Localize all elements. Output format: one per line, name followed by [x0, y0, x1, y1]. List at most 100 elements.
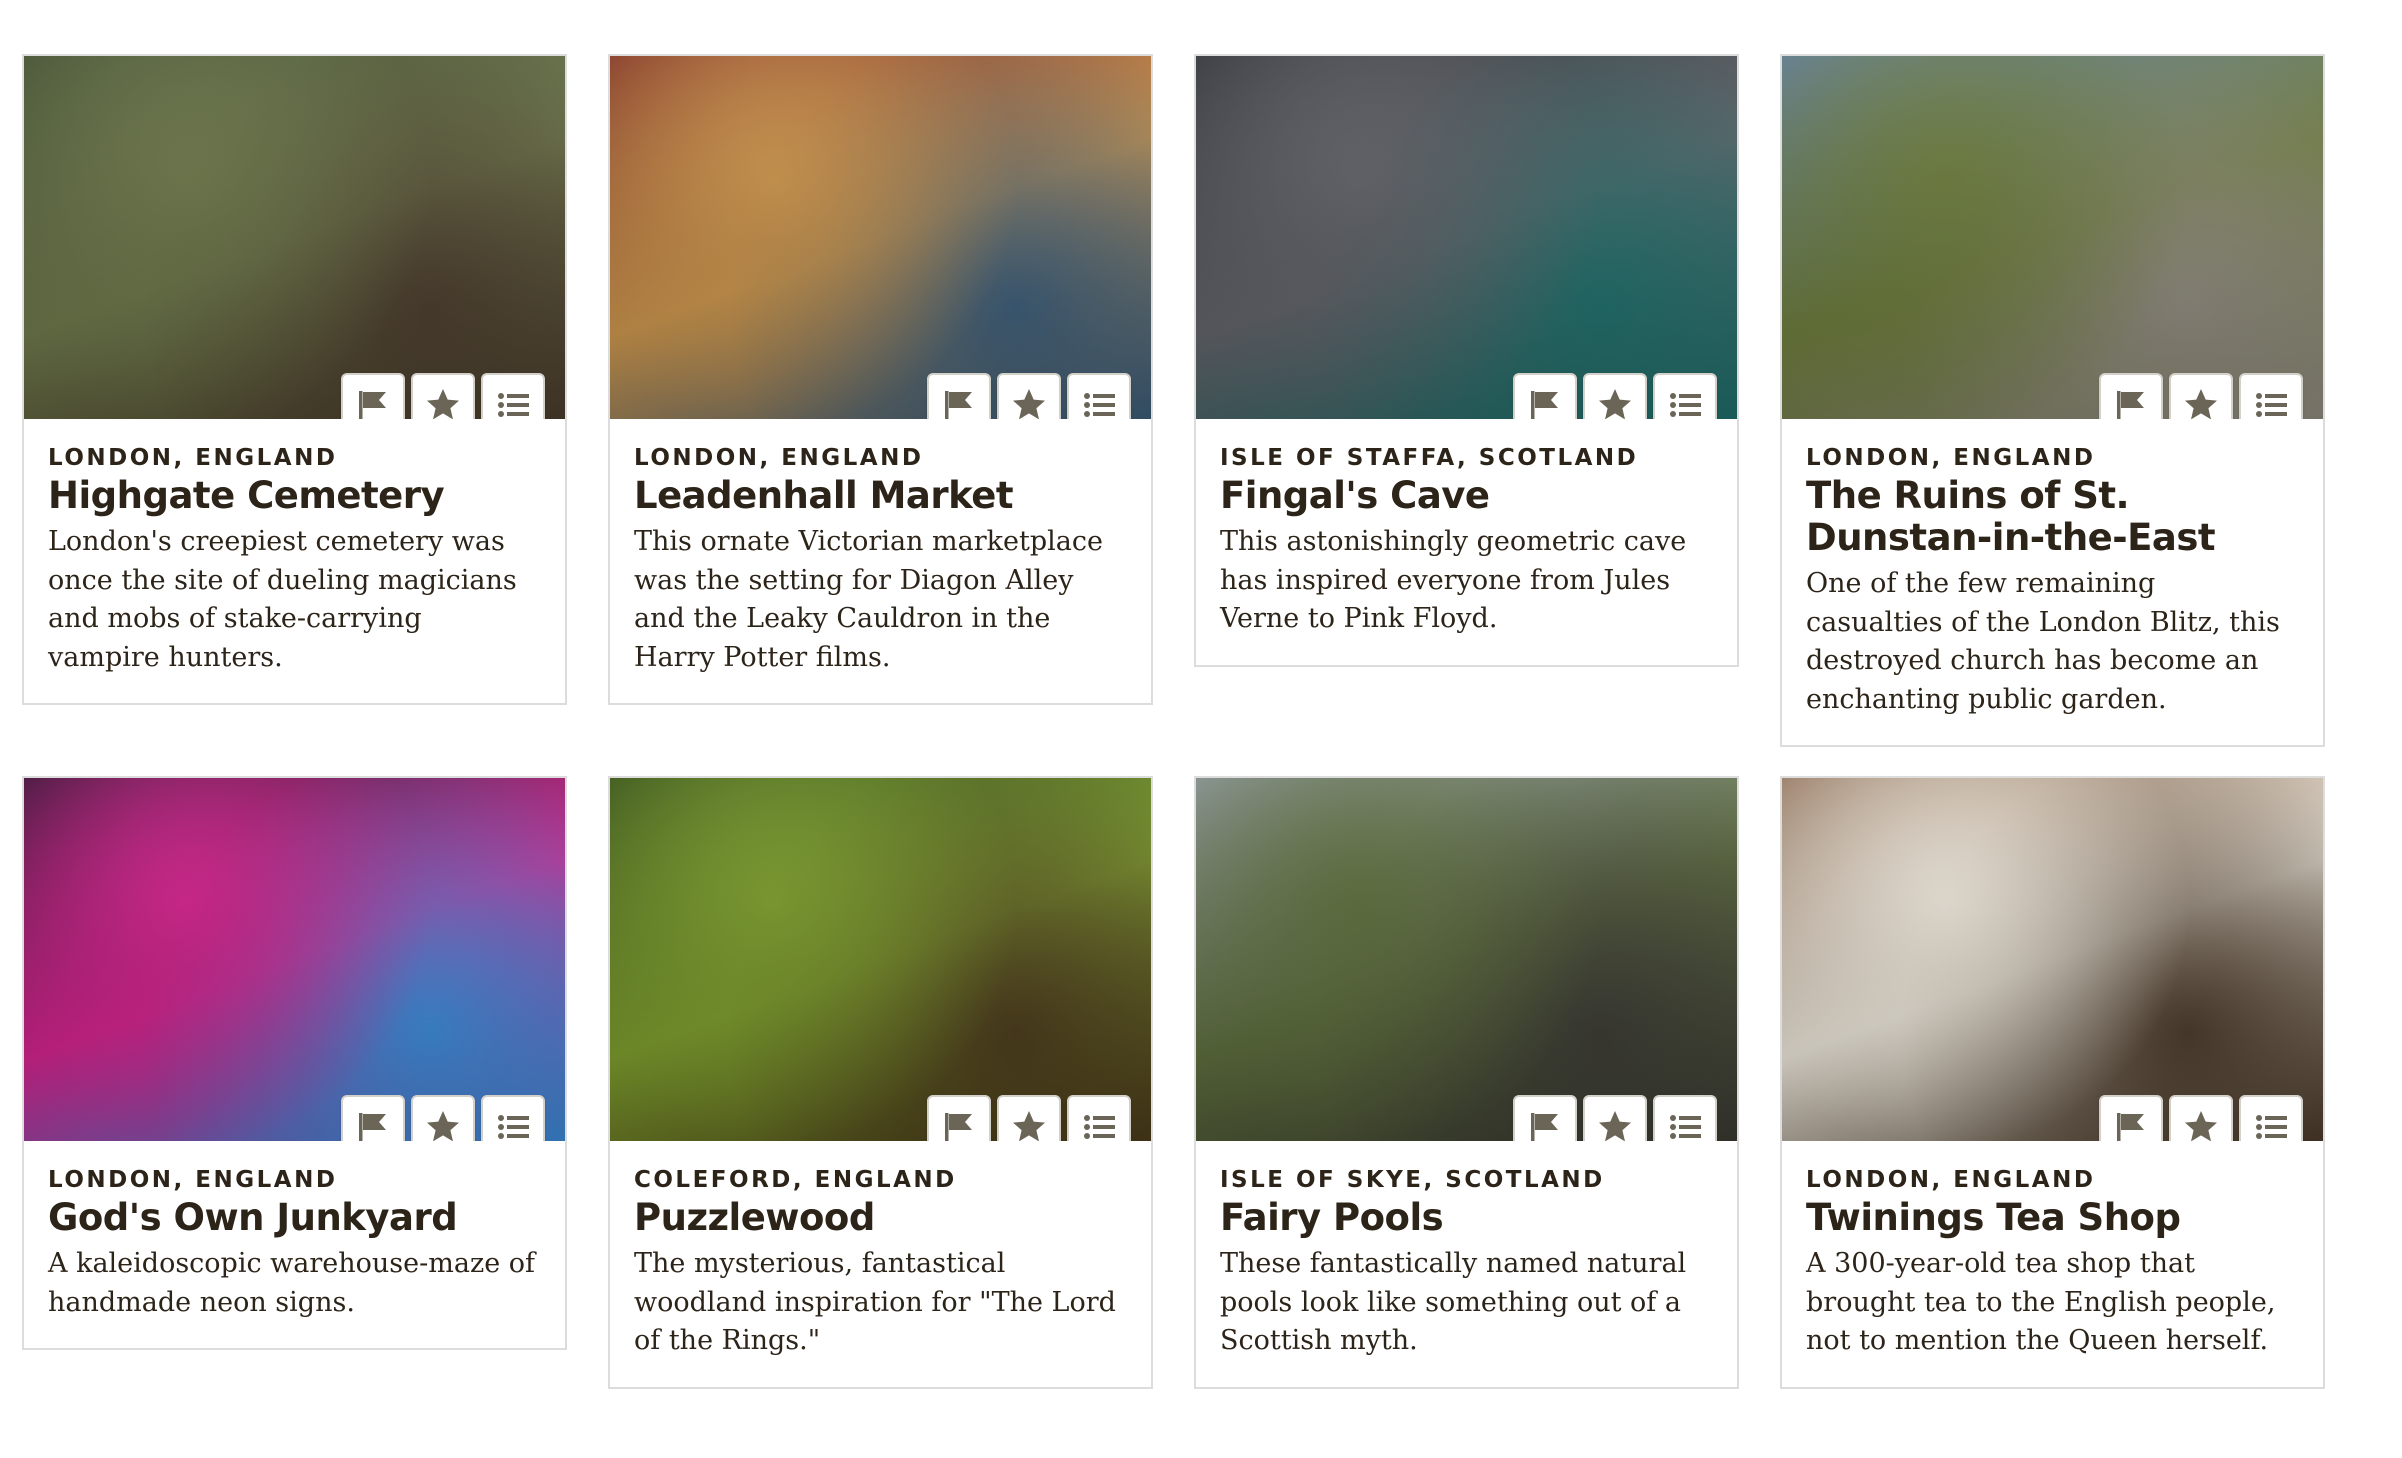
place-description: This astonishingly geometric cave has in… [1220, 526, 1687, 634]
place-photo[interactable] [610, 56, 1151, 419]
star-icon [427, 1111, 459, 1141]
card-actions [927, 1095, 1131, 1141]
been-here-button[interactable] [927, 1095, 991, 1141]
place-photo[interactable] [1782, 778, 2323, 1141]
flag-icon [1531, 1113, 1558, 1141]
place-photo[interactable] [1196, 778, 1737, 1141]
card-body: LONDON, ENGLAND God's Own Junkyard A kal… [24, 1141, 565, 1348]
want-to-visit-button[interactable] [2169, 373, 2233, 419]
list-icon [2256, 393, 2287, 417]
add-to-list-button[interactable] [1067, 373, 1131, 419]
place-title[interactable]: Fairy Pools [1220, 1197, 1713, 1239]
place-photo[interactable] [1782, 56, 2323, 419]
add-to-list-button[interactable] [2239, 373, 2303, 419]
card-actions [2099, 1095, 2303, 1141]
star-icon [1599, 389, 1631, 419]
been-here-button[interactable] [927, 373, 991, 419]
add-to-list-button[interactable] [481, 1095, 545, 1141]
add-to-list-button[interactable] [1653, 1095, 1717, 1141]
been-here-button[interactable] [341, 373, 405, 419]
place-photo[interactable] [610, 778, 1151, 1141]
add-to-list-button[interactable] [481, 373, 545, 419]
want-to-visit-button[interactable] [411, 373, 475, 419]
card-actions [1513, 373, 1717, 419]
place-title[interactable]: God's Own Junkyard [48, 1197, 541, 1239]
place-description: A kaleidoscopic warehouse-maze of handma… [48, 1248, 536, 1318]
card-actions [341, 1095, 545, 1141]
star-icon [1599, 1111, 1631, 1141]
card-body: LONDON, ENGLAND Twinings Tea Shop A 300-… [1782, 1141, 2323, 1387]
add-to-list-button[interactable] [1067, 1095, 1131, 1141]
place-location: LONDON, ENGLAND [48, 445, 338, 471]
place-photo[interactable] [24, 778, 565, 1141]
card-body: ISLE OF STAFFA, SCOTLAND Fingal's Cave T… [1196, 419, 1737, 665]
place-location: COLEFORD, ENGLAND [634, 1167, 957, 1193]
card-actions [341, 373, 545, 419]
want-to-visit-button[interactable] [1583, 1095, 1647, 1141]
flag-icon [945, 1113, 972, 1141]
place-location: ISLE OF STAFFA, SCOTLAND [1220, 445, 1639, 471]
star-icon [1013, 1111, 1045, 1141]
flag-icon [2117, 1113, 2144, 1141]
place-location: ISLE OF SKYE, SCOTLAND [1220, 1167, 1605, 1193]
place-title[interactable]: Leadenhall Market [634, 475, 1127, 517]
place-location: LONDON, ENGLAND [1806, 445, 2096, 471]
place-card[interactable]: LONDON, ENGLAND God's Own Junkyard A kal… [22, 776, 567, 1350]
card-body: ISLE OF SKYE, SCOTLAND Fairy Pools These… [1196, 1141, 1737, 1387]
place-card[interactable]: LONDON, ENGLAND Twinings Tea Shop A 300-… [1780, 776, 2325, 1389]
want-to-visit-button[interactable] [2169, 1095, 2233, 1141]
place-card[interactable]: LONDON, ENGLAND Highgate Cemetery London… [22, 54, 567, 705]
card-actions [2099, 373, 2303, 419]
flag-icon [945, 391, 972, 419]
been-here-button[interactable] [1513, 373, 1577, 419]
place-title[interactable]: Puzzlewood [634, 1197, 1127, 1239]
list-icon [1084, 393, 1115, 417]
place-location: LONDON, ENGLAND [48, 1167, 338, 1193]
place-description: A 300-year-old tea shop that brought tea… [1806, 1248, 2276, 1356]
list-icon [1670, 393, 1701, 417]
place-card[interactable]: COLEFORD, ENGLAND Puzzlewood The mysteri… [608, 776, 1153, 1389]
place-photo[interactable] [1196, 56, 1737, 419]
list-icon [1670, 1115, 1701, 1139]
place-photo[interactable] [24, 56, 565, 419]
flag-icon [2117, 391, 2144, 419]
add-to-list-button[interactable] [1653, 373, 1717, 419]
place-card[interactable]: ISLE OF SKYE, SCOTLAND Fairy Pools These… [1194, 776, 1739, 1389]
place-title[interactable]: Twinings Tea Shop [1806, 1197, 2299, 1239]
been-here-button[interactable] [1513, 1095, 1577, 1141]
card-body: LONDON, ENGLAND Highgate Cemetery London… [24, 419, 565, 703]
list-icon [1084, 1115, 1115, 1139]
place-description: One of the few remaining casualties of t… [1806, 568, 2280, 715]
card-body: LONDON, ENGLAND Leadenhall Market This o… [610, 419, 1151, 703]
want-to-visit-button[interactable] [411, 1095, 475, 1141]
place-title[interactable]: Fingal's Cave [1220, 475, 1713, 517]
card-actions [927, 373, 1131, 419]
place-description: This ornate Victorian marketplace was th… [634, 526, 1103, 673]
list-icon [498, 1115, 529, 1139]
flag-icon [1531, 391, 1558, 419]
want-to-visit-button[interactable] [997, 373, 1061, 419]
flag-icon [359, 1113, 386, 1141]
card-body: LONDON, ENGLAND The Ruins of St. Dunstan… [1782, 419, 2323, 745]
place-card[interactable]: LONDON, ENGLAND Leadenhall Market This o… [608, 54, 1153, 705]
place-title[interactable]: The Ruins of St. Dunstan-in-the-East [1806, 475, 2299, 559]
card-body: COLEFORD, ENGLAND Puzzlewood The mysteri… [610, 1141, 1151, 1387]
place-location: LONDON, ENGLAND [634, 445, 924, 471]
want-to-visit-button[interactable] [997, 1095, 1061, 1141]
star-icon [427, 389, 459, 419]
been-here-button[interactable] [2099, 373, 2163, 419]
been-here-button[interactable] [341, 1095, 405, 1141]
been-here-button[interactable] [2099, 1095, 2163, 1141]
place-title[interactable]: Highgate Cemetery [48, 475, 541, 517]
place-description: The mysterious, fantastical woodland ins… [634, 1248, 1116, 1356]
want-to-visit-button[interactable] [1583, 373, 1647, 419]
places-grid: LONDON, ENGLAND Highgate Cemetery London… [22, 54, 2325, 1389]
star-icon [1013, 389, 1045, 419]
place-card[interactable]: ISLE OF STAFFA, SCOTLAND Fingal's Cave T… [1194, 54, 1739, 667]
place-location: LONDON, ENGLAND [1806, 1167, 2096, 1193]
add-to-list-button[interactable] [2239, 1095, 2303, 1141]
place-card[interactable]: LONDON, ENGLAND The Ruins of St. Dunstan… [1780, 54, 2325, 747]
place-description: These fantastically named natural pools … [1220, 1248, 1687, 1356]
list-icon [498, 393, 529, 417]
list-icon [2256, 1115, 2287, 1139]
